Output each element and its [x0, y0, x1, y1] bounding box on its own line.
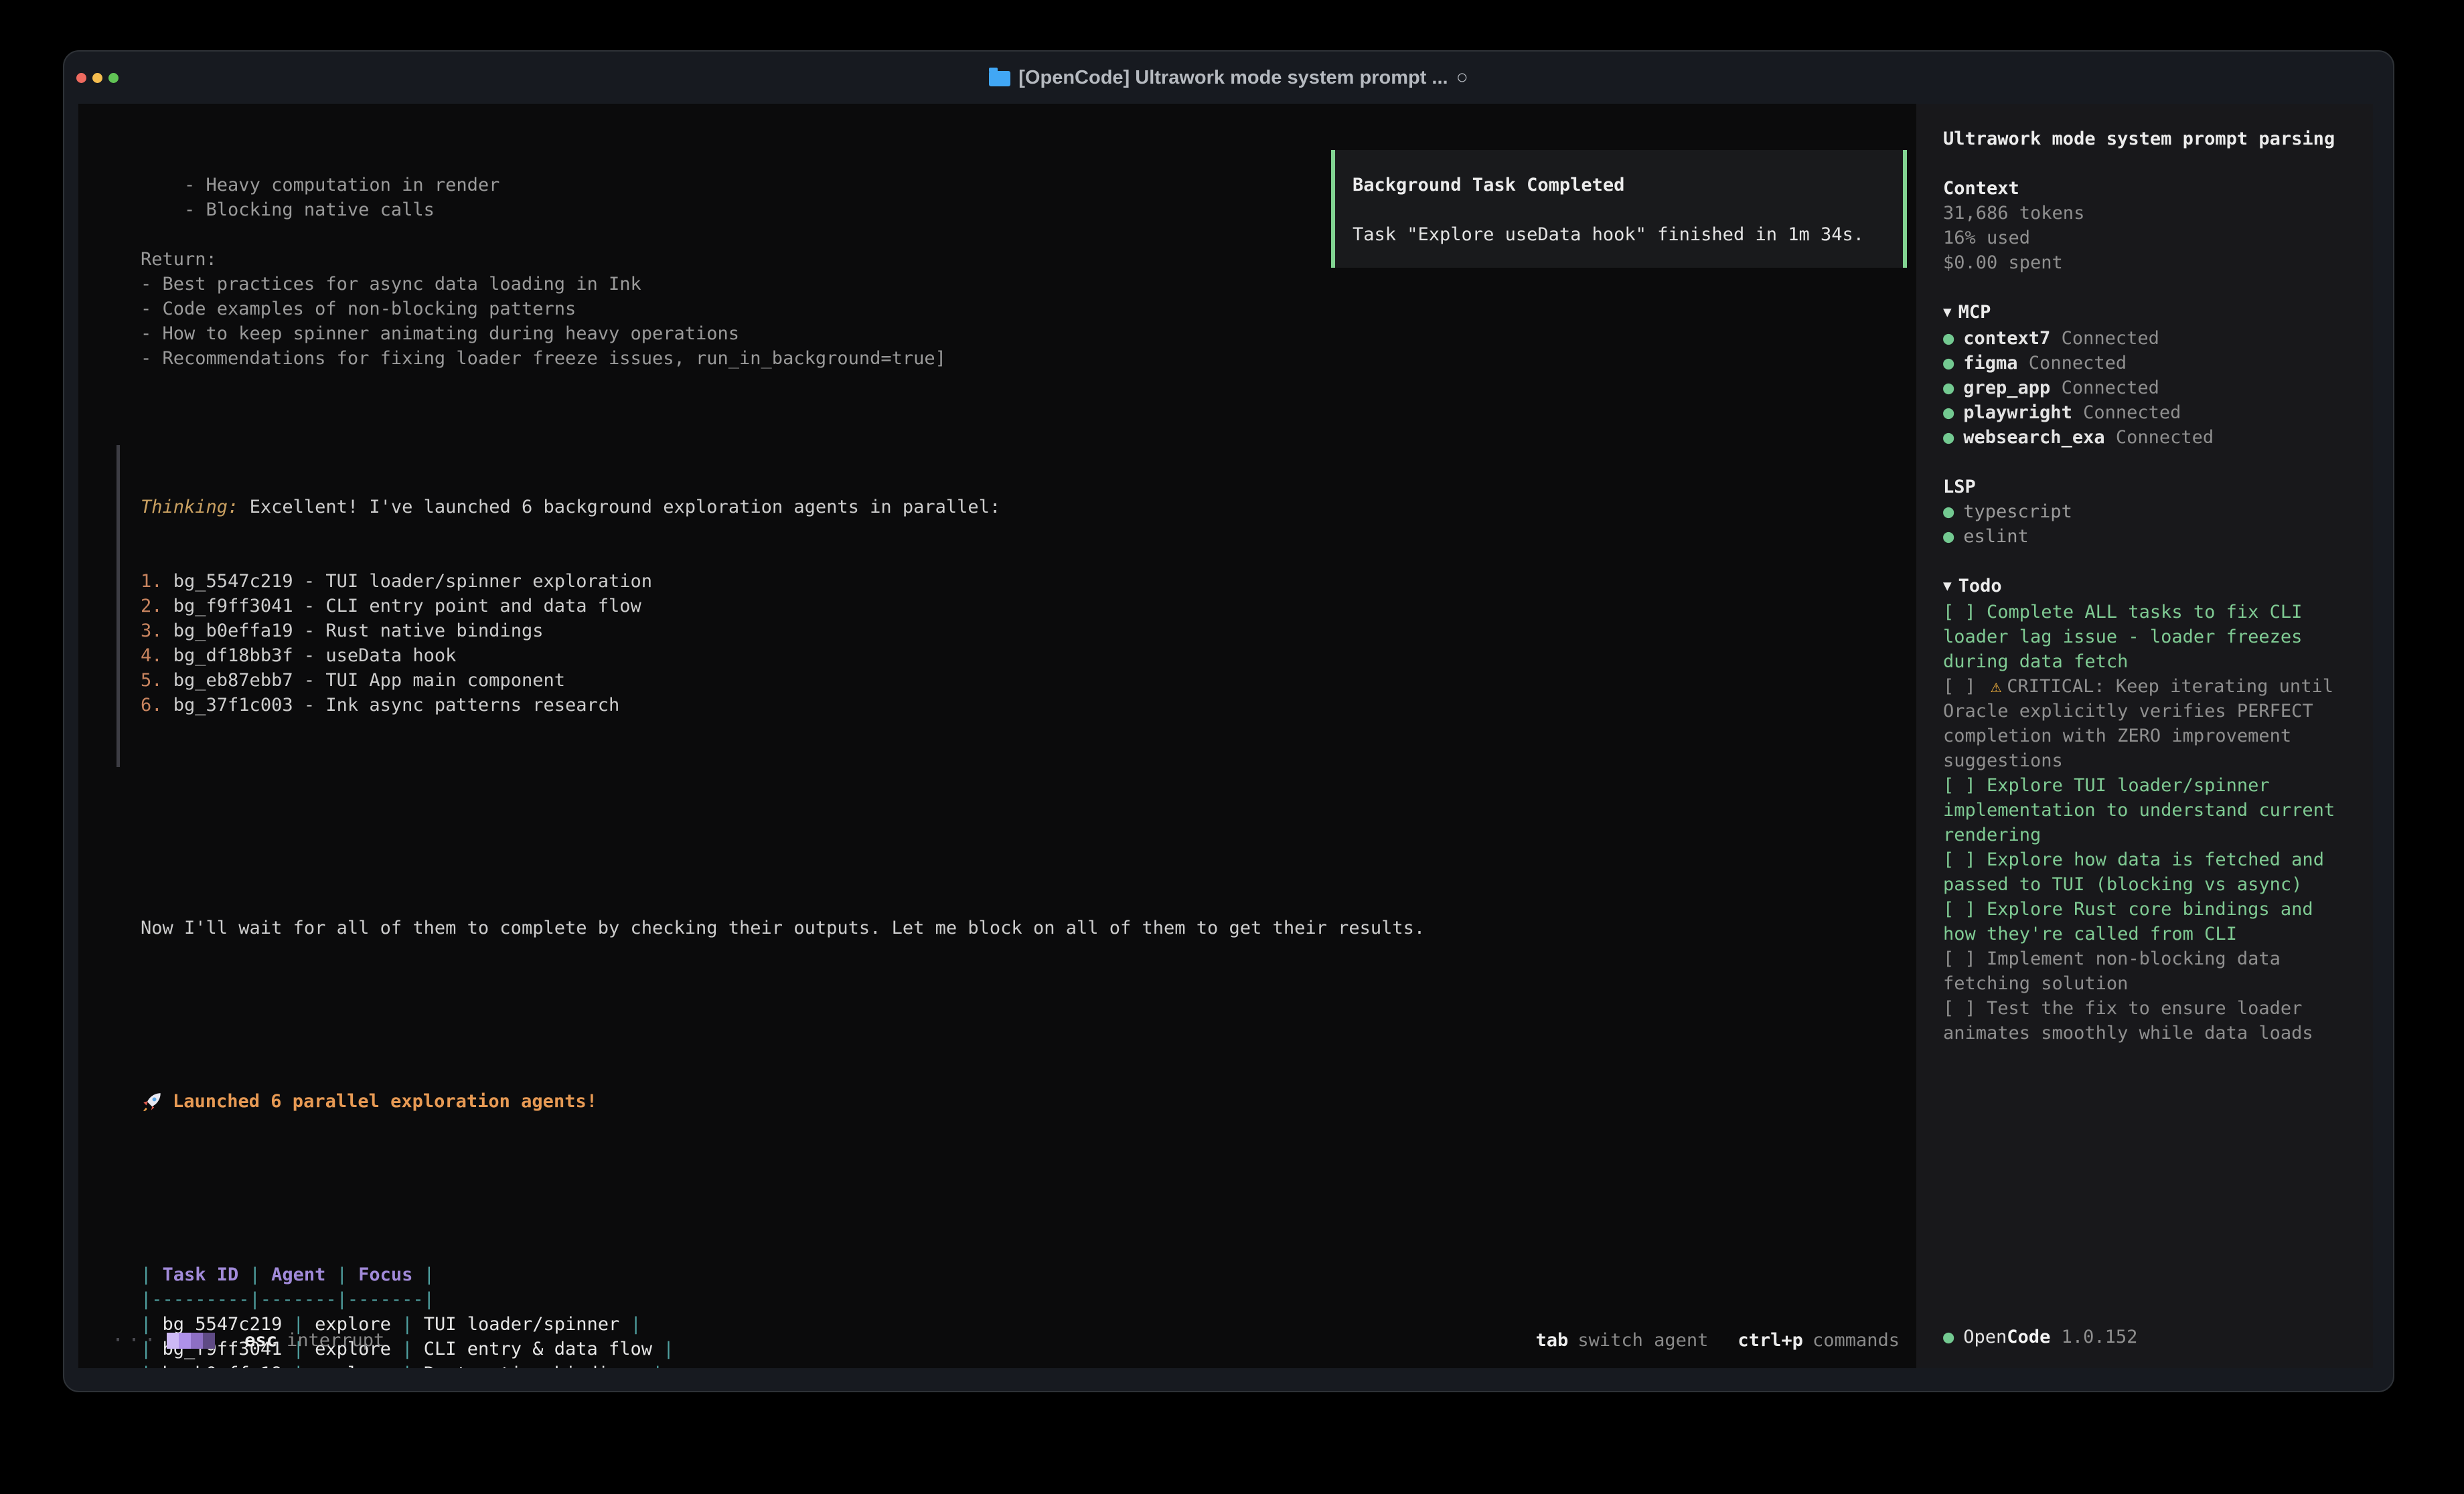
- checkbox-icon: [ ]: [1943, 849, 1987, 870]
- thinking-agent-list: 1. bg_5547c219 - TUI loader/spinner expl…: [141, 569, 1903, 718]
- window-title: [OpenCode] Ultrawork mode system prompt …: [989, 66, 1468, 89]
- todo-item: [ ] Explore how data is fetched and pass…: [1943, 847, 2349, 897]
- lsp-item: ●typescript: [1943, 499, 2349, 524]
- context-used: 16% used: [1943, 226, 2349, 250]
- context-tokens: 31,686 tokens: [1943, 201, 2349, 226]
- todo-item: [ ] Explore Rust core bindings and how t…: [1943, 897, 2349, 946]
- todo-item: [ ] Explore TUI loader/spinner implement…: [1943, 773, 2349, 847]
- mcp-item: ●websearch_exa Connected: [1943, 425, 2349, 450]
- checkbox-icon: [ ]: [1943, 602, 1987, 622]
- rocket-icon: [141, 1090, 163, 1113]
- zoom-button[interactable]: [108, 73, 119, 83]
- thinking-item: 4. bg_df18bb3f - useData hook: [141, 643, 1903, 668]
- sidebar-footer: ●OpenCode 1.0.152: [1943, 1325, 2137, 1349]
- checkbox-icon: [ ]: [1943, 998, 1987, 1019]
- toast-title: Background Task Completed: [1353, 173, 1903, 197]
- mcp-list: ●context7 Connected●figma Connected●grep…: [1943, 326, 2349, 450]
- wait-text: Now I'll wait for all of them to complet…: [141, 916, 1903, 940]
- window-title-text: [OpenCode] Ultrawork mode system prompt …: [1018, 67, 1448, 89]
- table-separator-row: |---------|-------|-------|: [141, 1287, 1903, 1312]
- todo-item: [ ] Complete ALL tasks to fix CLI loader…: [1943, 600, 2349, 674]
- status-bar: ··· esc interrupt tab switch agent ctrl+p…: [112, 1328, 1900, 1353]
- toast-body: Task "Explore useData hook" finished in …: [1353, 222, 1903, 247]
- output-line: - Recommendations for fixing loader free…: [141, 346, 1903, 371]
- spinner-dots: ···: [112, 1329, 160, 1352]
- chevron-down-icon: ▼: [1943, 304, 1952, 320]
- table-header-row: | Task ID | Agent | Focus |: [141, 1262, 1903, 1287]
- circle-icon: ○: [1456, 66, 1468, 89]
- esc-key-label: interrupt: [287, 1330, 384, 1351]
- conversation-stream: - Heavy computation in render - Blocking…: [141, 123, 1903, 1368]
- lsp-list: ●typescript●eslint: [1943, 499, 2349, 549]
- launch-banner: Launched 6 parallel exploration agents!: [141, 1089, 1903, 1114]
- warning-icon: ⚠: [1991, 676, 2001, 697]
- minimize-button[interactable]: [92, 73, 102, 83]
- traffic-lights: [76, 52, 119, 104]
- ctrlp-key-hint: ctrl+p: [1738, 1330, 1803, 1351]
- checkbox-icon: [ ]: [1943, 899, 1987, 920]
- tab-key-label: switch agent: [1577, 1330, 1708, 1351]
- folder-icon: [989, 71, 1010, 86]
- launch-banner-text: Launched 6 parallel exploration agents!: [173, 1089, 597, 1114]
- output-line: - Best practices for async data loading …: [141, 272, 1903, 297]
- status-dot-icon: ●: [1943, 1327, 1954, 1347]
- status-dot-icon: ●: [1943, 378, 1954, 398]
- right-sidebar[interactable]: Ultrawork mode system prompt parsing Con…: [1916, 104, 2373, 1368]
- status-dot-icon: ●: [1943, 402, 1954, 423]
- session-title: Ultrawork mode system prompt parsing: [1943, 127, 2349, 151]
- app-name: Open: [1963, 1327, 2007, 1347]
- checkbox-icon: [ ]: [1943, 948, 1987, 969]
- thinking-block: Thinking: Excellent! I've launched 6 bac…: [117, 445, 1903, 767]
- mcp-item: ●context7 Connected: [1943, 326, 2349, 351]
- table-row: | bg_b0effa19 | explore | Rust native bi…: [141, 1361, 1903, 1368]
- title-bar[interactable]: [OpenCode] Ultrawork mode system prompt …: [64, 52, 2393, 104]
- mcp-section-toggle[interactable]: ▼MCP: [1943, 300, 2349, 326]
- thinking-item: 3. bg_b0effa19 - Rust native bindings: [141, 618, 1903, 643]
- chevron-down-icon: ▼: [1943, 578, 1952, 594]
- terminal-main-pane[interactable]: - Heavy computation in render - Blocking…: [78, 104, 1916, 1368]
- app-version: 1.0.152: [2050, 1327, 2137, 1347]
- thinking-item: 1. bg_5547c219 - TUI loader/spinner expl…: [141, 569, 1903, 594]
- checkbox-icon: [ ]: [1943, 775, 1987, 796]
- close-button[interactable]: [76, 73, 86, 83]
- status-dot-icon: ●: [1943, 526, 1954, 547]
- status-dot-icon: ●: [1943, 353, 1954, 374]
- lsp-item: ●eslint: [1943, 524, 2349, 549]
- thinking-item: 6. bg_37f1c003 - Ink async patterns rese…: [141, 693, 1903, 718]
- output-line: - How to keep spinner animating during h…: [141, 321, 1903, 346]
- progress-spinner: [167, 1333, 215, 1349]
- todo-section-toggle[interactable]: ▼Todo: [1943, 574, 2349, 600]
- status-dot-icon: ●: [1943, 501, 1954, 522]
- ctrlp-key-label: commands: [1813, 1330, 1900, 1351]
- mcp-item: ●figma Connected: [1943, 351, 2349, 376]
- output-line: - Code examples of non-blocking patterns: [141, 297, 1903, 321]
- status-dot-icon: ●: [1943, 328, 1954, 349]
- app-window: [OpenCode] Ultrawork mode system prompt …: [63, 50, 2394, 1392]
- thinking-item: 5. bg_eb87ebb7 - TUI App main component: [141, 668, 1903, 693]
- todo-item: [ ] Implement non-blocking data fetching…: [1943, 946, 2349, 996]
- todo-item: [ ] Test the fix to ensure loader animat…: [1943, 996, 2349, 1046]
- lsp-heading: LSP: [1943, 475, 2349, 499]
- mcp-item: ●grep_app Connected: [1943, 376, 2349, 400]
- tab-key-hint: tab: [1536, 1330, 1569, 1351]
- todo-item: [ ] ⚠CRITICAL: Keep iterating until Orac…: [1943, 674, 2349, 773]
- thinking-item: 2. bg_f9ff3041 - CLI entry point and dat…: [141, 594, 1903, 618]
- todo-list: [ ] Complete ALL tasks to fix CLI loader…: [1943, 600, 2349, 1046]
- context-spent: $0.00 spent: [1943, 250, 2349, 275]
- esc-key-hint: esc: [244, 1330, 277, 1351]
- status-dot-icon: ●: [1943, 427, 1954, 448]
- mcp-item: ●playwright Connected: [1943, 400, 2349, 425]
- context-heading: Context: [1943, 176, 2349, 201]
- toast-notification[interactable]: Background Task Completed Task "Explore …: [1331, 150, 1907, 268]
- thinking-intro: Excellent! I've launched 6 background ex…: [250, 497, 1001, 517]
- status-right-group: tab switch agent ctrl+p commands: [1507, 1330, 1900, 1351]
- checkbox-icon: [ ]: [1943, 676, 1987, 697]
- thinking-label: Thinking:: [141, 497, 238, 517]
